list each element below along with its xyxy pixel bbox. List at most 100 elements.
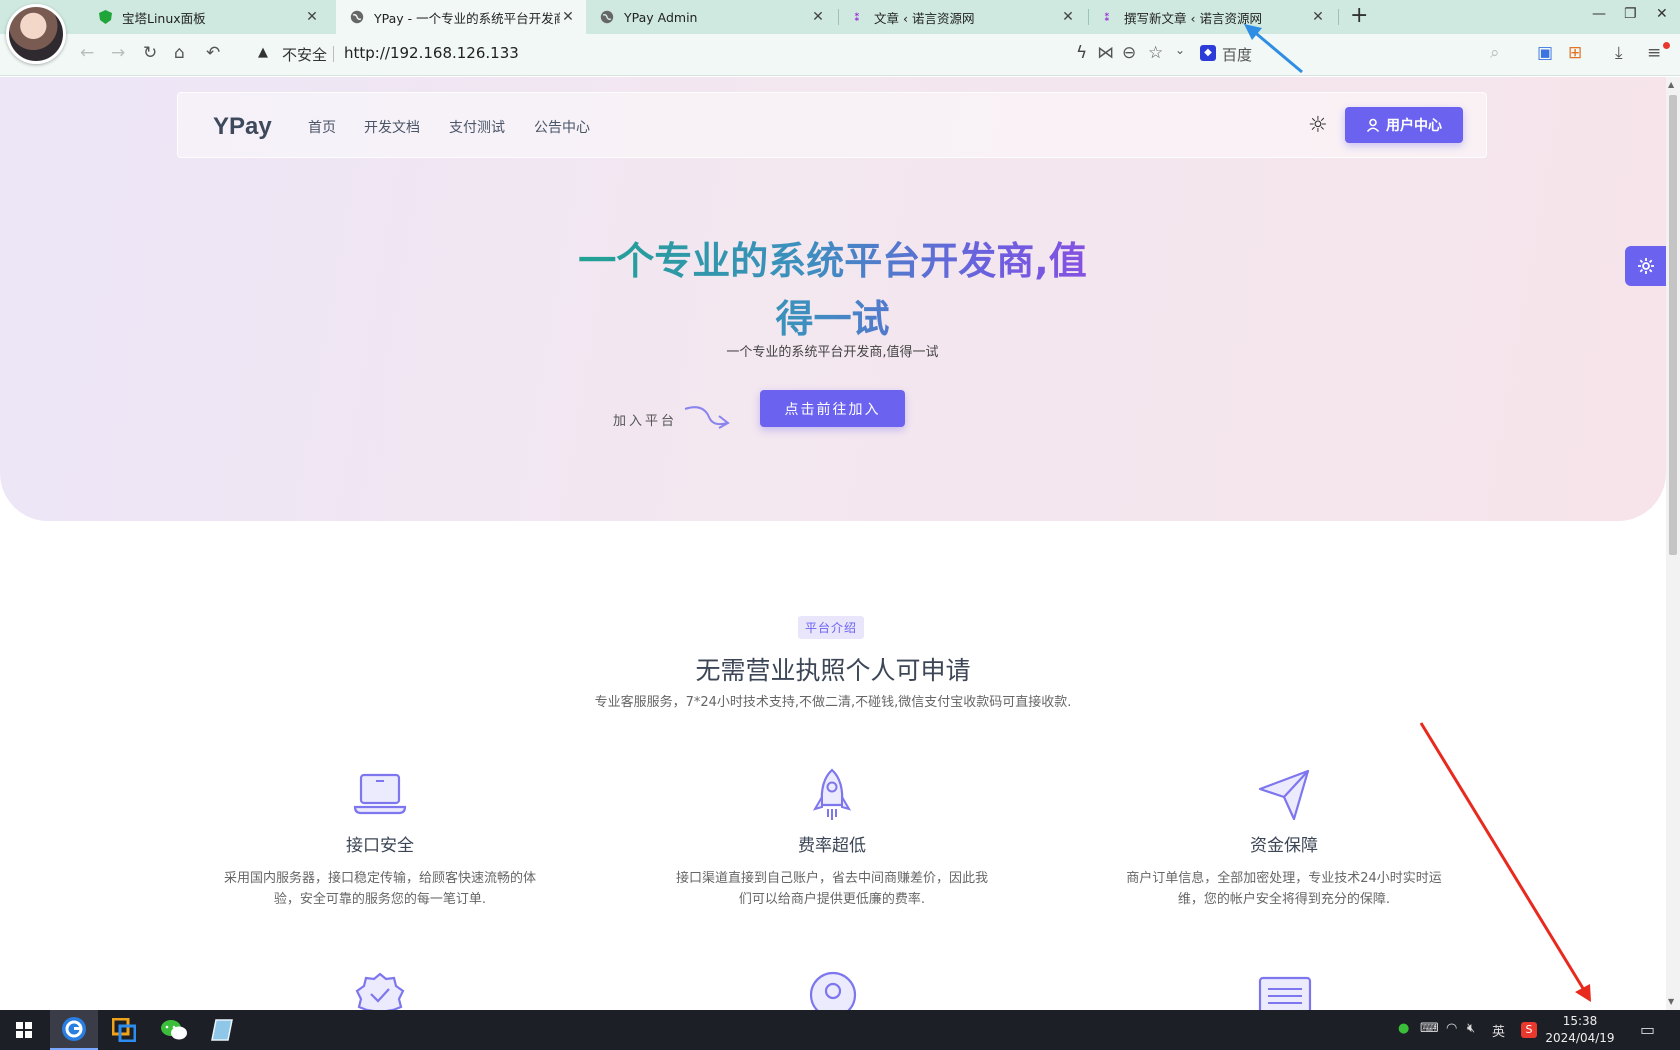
section-description: 专业客服服务，7*24小时技术支持,不做二清,不碰钱,微信支付宝收款码可直接收款…	[594, 695, 1072, 710]
sogou-icon[interactable]: S	[1521, 1022, 1537, 1038]
close-icon[interactable]: ✕	[1310, 9, 1326, 25]
minimize-icon[interactable]: —	[1592, 6, 1606, 22]
section-badge: 平台介绍	[798, 616, 865, 639]
taskbar-app[interactable]	[100, 1010, 148, 1050]
hero-title: 一个专业的系统平台开发商,值得一试	[560, 232, 1105, 348]
clock-date: 2024/04/19	[1545, 1031, 1615, 1045]
close-icon[interactable]: ✕	[810, 9, 826, 25]
search-icon[interactable]: ⌕	[1490, 43, 1500, 63]
home-icon[interactable]: ⌂	[174, 43, 185, 63]
profile-avatar[interactable]	[6, 4, 66, 64]
site-logo-icon: ⁑	[1104, 10, 1110, 24]
join-button[interactable]: 点击前往加入	[760, 390, 905, 427]
tab-new-article[interactable]: ⁑ 撰写新文章 ‹ 诺言资源网 ✕	[1086, 0, 1336, 34]
nav-pay-test[interactable]: 支付测试	[449, 117, 505, 137]
globe-icon	[600, 10, 614, 24]
taskbar-wechat[interactable]	[150, 1010, 198, 1050]
undo-close-icon[interactable]: ↶	[206, 43, 220, 63]
menu-icon[interactable]: ≡	[1647, 43, 1661, 63]
feature-card: 资金保障 商户订单信息，全部加密处理，专业技术24小时实时运维，您的帐户安全将得…	[1124, 767, 1444, 910]
star-icon[interactable]: ☆	[1148, 43, 1163, 63]
feature-title: 费率超低	[798, 836, 866, 856]
tab-ypay[interactable]: YPay - 一个专业的系统平台开发商,值得一试 ✕	[336, 0, 586, 34]
site-brand[interactable]: YPay	[213, 113, 272, 141]
document-icon	[1258, 976, 1312, 1010]
restore-icon[interactable]: ❐	[1624, 6, 1637, 22]
scroll-up-icon[interactable]: ▲	[1668, 80, 1674, 89]
tab-title: YPay - 一个专业的系统平台开发商,值得一试	[374, 10, 560, 26]
nav-home[interactable]: 首页	[308, 117, 336, 137]
join-label: 加入平台	[613, 414, 678, 429]
taskbar-browser[interactable]	[50, 1010, 98, 1050]
site-navbar: YPay 首页 开发文档 支付测试 公告中心 ☼ 用户中心	[177, 92, 1487, 158]
back-icon[interactable]: ←	[80, 43, 94, 63]
tab-bar: 宝塔Linux面板 ✕ YPay - 一个专业的系统平台开发商,值得一试 ✕ Y…	[0, 0, 1680, 34]
apps-icon[interactable]: ⊞	[1568, 43, 1582, 63]
wechat-tray-icon[interactable]: ●	[1398, 1021, 1409, 1036]
badge-check-icon	[355, 972, 405, 1010]
scroll-thumb[interactable]	[1669, 95, 1677, 555]
notification-center-icon[interactable]: ▭	[1640, 1020, 1655, 1039]
reload-icon[interactable]: ↻	[143, 43, 157, 63]
shield-icon	[98, 10, 112, 24]
zoom-icon[interactable]: ⊖	[1122, 43, 1136, 63]
feature-title: 接口安全	[346, 836, 414, 856]
security-label[interactable]: 不安全	[282, 44, 327, 65]
search-engine-label[interactable]: 百度	[1222, 44, 1252, 65]
vertical-scrollbar[interactable]: ▲ ▼	[1666, 77, 1680, 1010]
warning-icon[interactable]: ▲	[258, 45, 268, 60]
feature-description: 采用国内服务器，接口稳定传输，给顾客快速流畅的体验，安全可靠的服务您的每一笔订单…	[223, 871, 536, 907]
close-window-icon[interactable]: ✕	[1656, 6, 1668, 22]
windows-icon	[16, 1022, 32, 1038]
wechat-icon	[161, 1020, 187, 1040]
download-icon[interactable]: ⤓	[1615, 43, 1623, 63]
nav-announcements[interactable]: 公告中心	[534, 117, 590, 137]
close-icon[interactable]: ✕	[304, 9, 320, 25]
page-viewport: YPay 首页 开发文档 支付测试 公告中心 ☼ 用户中心 一个专业的系统平台开…	[0, 77, 1666, 1010]
ime-indicator[interactable]: 英	[1492, 1021, 1505, 1040]
gear-icon	[1637, 258, 1654, 274]
translate-icon[interactable]: ▣	[1537, 43, 1553, 63]
section-title: 无需营业执照个人可申请	[695, 656, 971, 685]
tab-baota[interactable]: 宝塔Linux面板 ✕	[84, 0, 330, 34]
laptop-icon	[220, 767, 540, 827]
share-icon[interactable]: ⋈	[1097, 43, 1114, 63]
device-tray-icon[interactable]: ⌨	[1420, 1021, 1439, 1036]
scroll-down-icon[interactable]: ▼	[1668, 997, 1674, 1006]
feature-description: 接口渠道直接到自己账户，省去中间商赚差价，因此我们可以给商户提供更低廉的费率.	[675, 871, 988, 907]
notification-dot	[1663, 42, 1670, 49]
vmware-icon	[112, 1018, 136, 1042]
lightning-icon[interactable]: ϟ	[1076, 43, 1087, 63]
hero-subtitle: 一个专业的系统平台开发商,值得一试	[726, 345, 939, 360]
user-center-button[interactable]: 用户中心	[1345, 107, 1463, 143]
curved-arrow-icon	[684, 406, 730, 429]
network-icon[interactable]: ◠	[1446, 1021, 1457, 1036]
tab-title: 文章 ‹ 诺言资源网	[874, 10, 975, 26]
feature-description: 商户订单信息，全部加密处理，专业技术24小时实时运维，您的帐户安全将得到充分的保…	[1126, 871, 1442, 907]
tab-ypay-admin[interactable]: YPay Admin ✕	[586, 0, 836, 34]
start-button[interactable]	[0, 1010, 48, 1050]
feature-title: 资金保障	[1250, 836, 1318, 856]
settings-gear-button[interactable]	[1625, 246, 1666, 286]
tab-separator	[1338, 9, 1339, 25]
close-icon[interactable]: ✕	[560, 9, 576, 25]
user-circle-icon	[809, 971, 857, 1010]
chevron-down-icon[interactable]: ⌄	[1175, 43, 1185, 57]
browser-icon	[62, 1017, 86, 1041]
close-icon[interactable]: ✕	[1060, 9, 1076, 25]
volume-muted-icon[interactable]: 🔇︎	[1467, 1021, 1475, 1036]
theme-toggle-icon[interactable]: ☼	[1308, 113, 1328, 138]
system-clock[interactable]: 15:38 2024/04/19	[1540, 1013, 1620, 1047]
tab-articles[interactable]: ⁑ 文章 ‹ 诺言资源网 ✕	[836, 0, 1086, 34]
site-logo-icon: ⁑	[854, 10, 860, 24]
new-tab-button[interactable]: +	[1350, 3, 1368, 28]
baidu-icon[interactable]: ◆	[1200, 45, 1216, 61]
windows-taskbar: ● ⌨ ◠ 🔇︎ 英 S 15:38 2024/04/19 ▭	[0, 1010, 1680, 1050]
user-icon	[1366, 118, 1380, 132]
taskbar-notes[interactable]	[198, 1010, 246, 1050]
hero-section: YPay 首页 开发文档 支付测试 公告中心 ☼ 用户中心 一个专业的系统平台开…	[0, 77, 1666, 521]
feature-card: 接口安全 采用国内服务器，接口稳定传输，给顾客快速流畅的体验，安全可靠的服务您的…	[220, 767, 540, 910]
nav-docs[interactable]: 开发文档	[364, 117, 420, 137]
forward-icon[interactable]: →	[111, 43, 125, 63]
address-bar[interactable]: http://192.168.126.133	[344, 44, 519, 62]
